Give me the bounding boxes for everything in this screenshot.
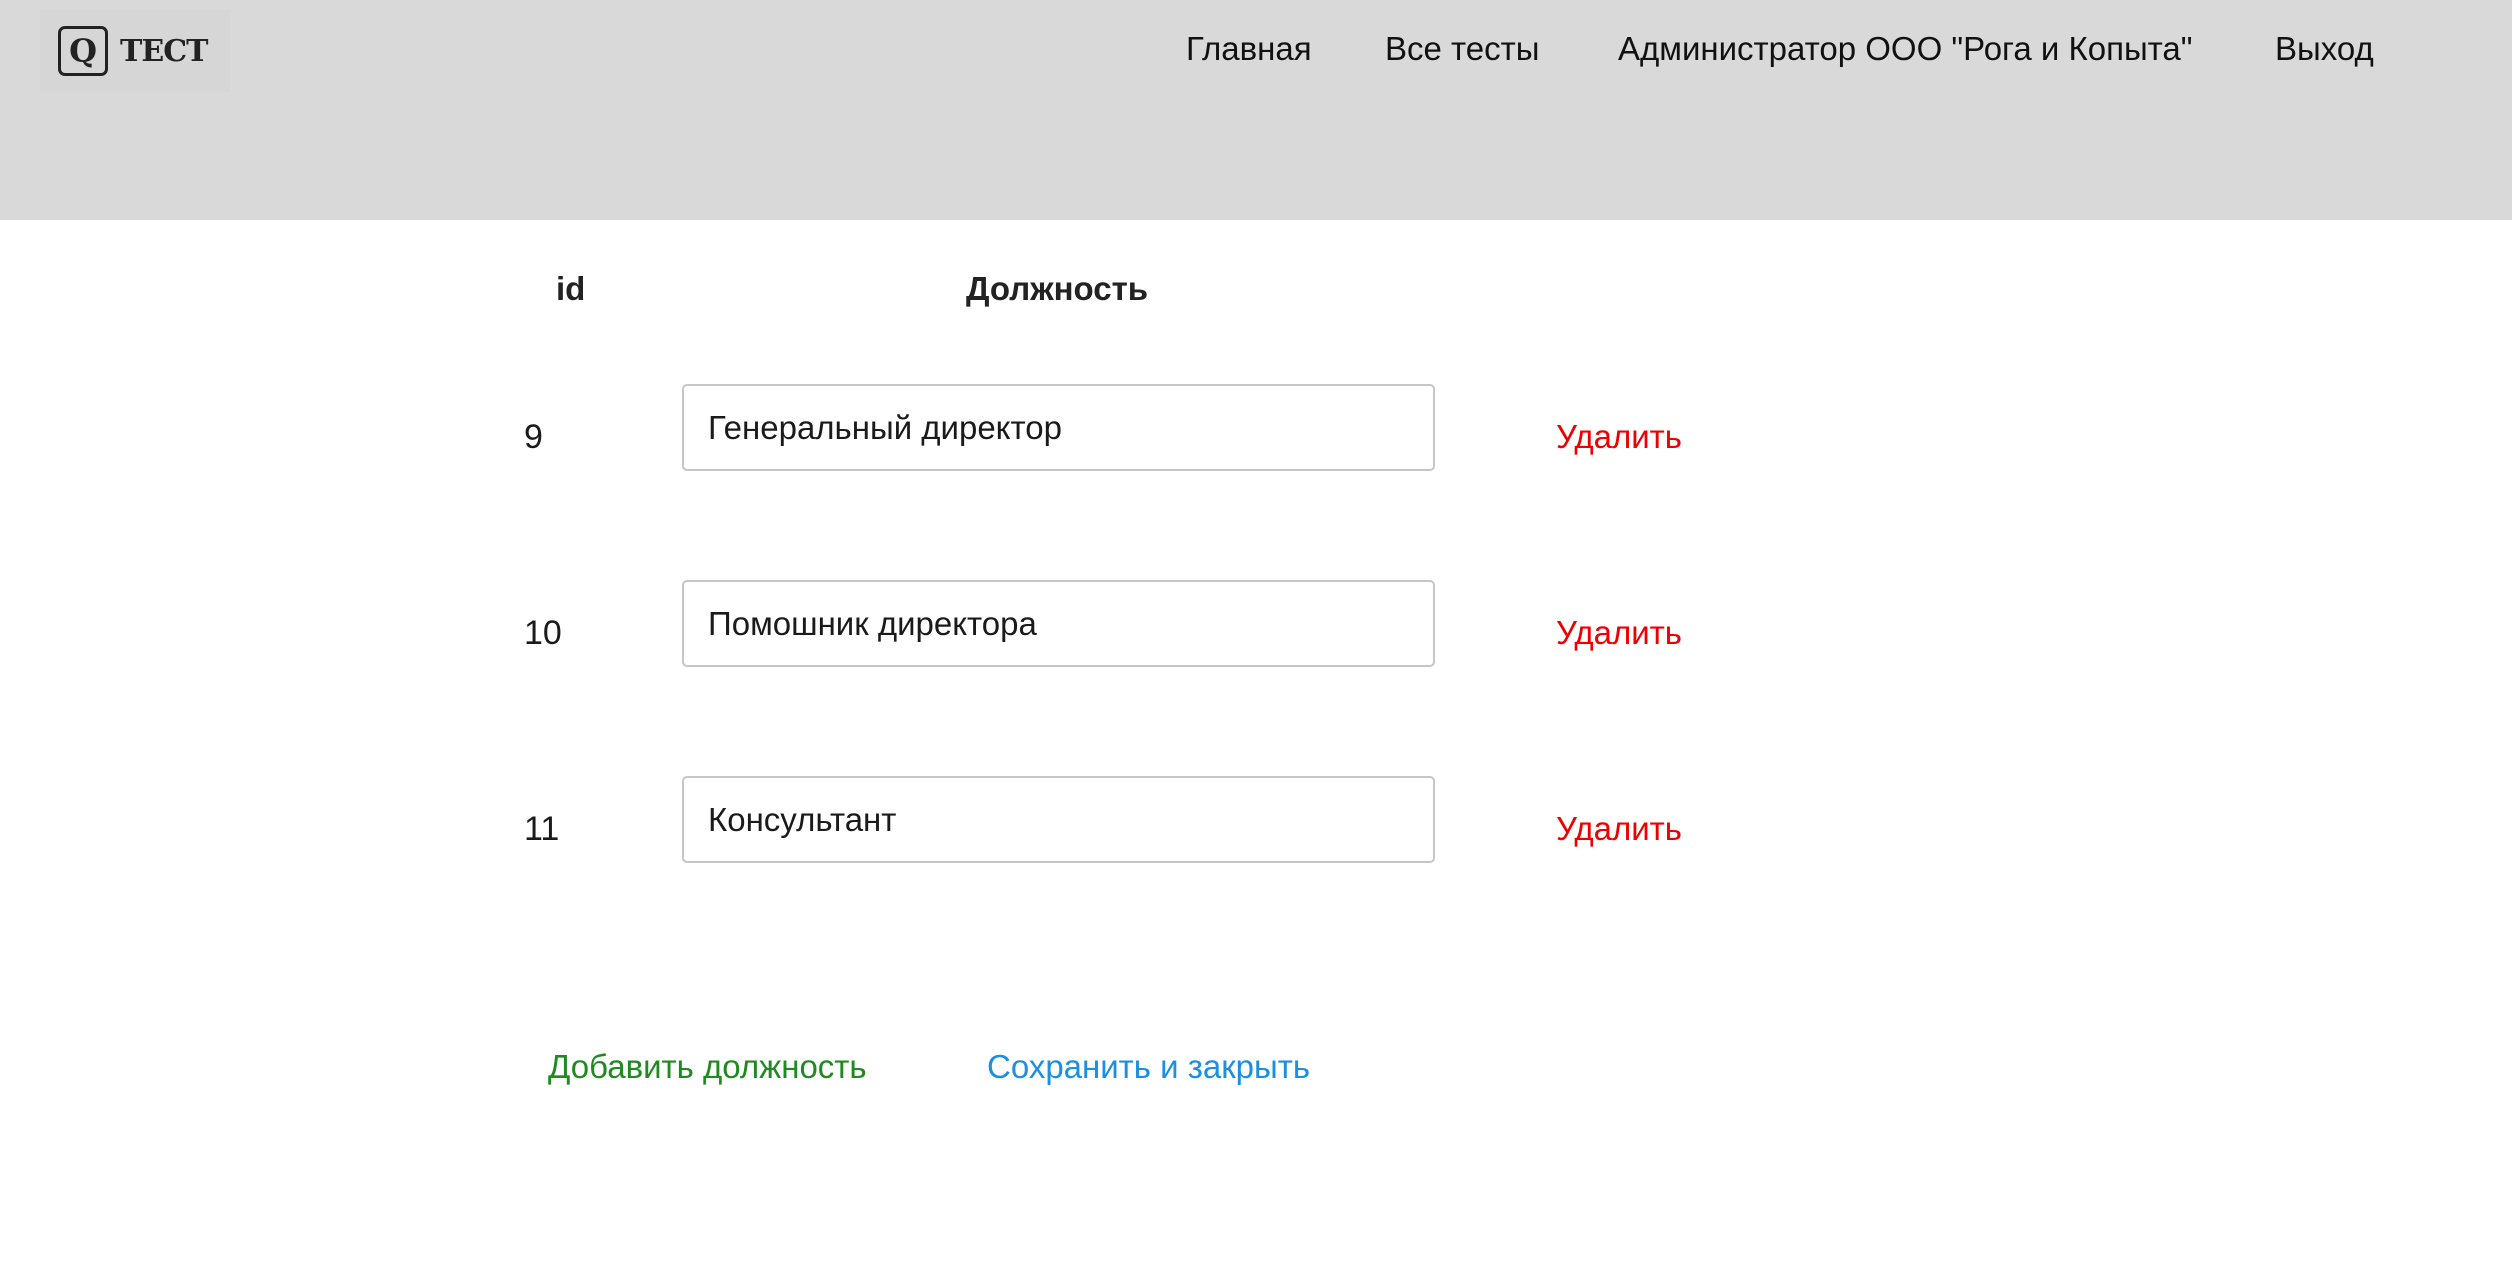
nav-user-link[interactable]: Администратор ООО "Рога и Копыта" — [1618, 30, 2192, 68]
delete-button[interactable]: Удалить — [1556, 810, 1682, 848]
delete-button[interactable]: Удалить — [1556, 614, 1682, 652]
top-header: Q ТЕСТ Главная Все тесты Администратор О… — [0, 0, 2512, 220]
nav-all-tests-link[interactable]: Все тесты — [1385, 30, 1539, 68]
column-header-id: id — [556, 270, 586, 307]
position-input[interactable] — [682, 776, 1435, 863]
logo-q-icon: Q — [58, 26, 108, 76]
delete-button[interactable]: Удалить — [1556, 418, 1682, 456]
position-input[interactable] — [682, 384, 1435, 471]
logo-text: ТЕСТ — [120, 33, 208, 69]
nav-logout-link[interactable]: Выход — [2275, 30, 2374, 68]
column-header-position: Должность — [966, 270, 1149, 307]
nav-home-link[interactable]: Главная — [1186, 30, 1312, 68]
row-id: 10 — [524, 614, 562, 652]
row-id: 9 — [524, 418, 543, 456]
add-position-button[interactable]: Добавить должность — [548, 1048, 867, 1086]
save-and-close-button[interactable]: Сохранить и закрыть — [987, 1048, 1310, 1086]
position-input[interactable] — [682, 580, 1435, 667]
logo[interactable]: Q ТЕСТ — [40, 10, 230, 92]
row-id: 11 — [524, 810, 560, 848]
